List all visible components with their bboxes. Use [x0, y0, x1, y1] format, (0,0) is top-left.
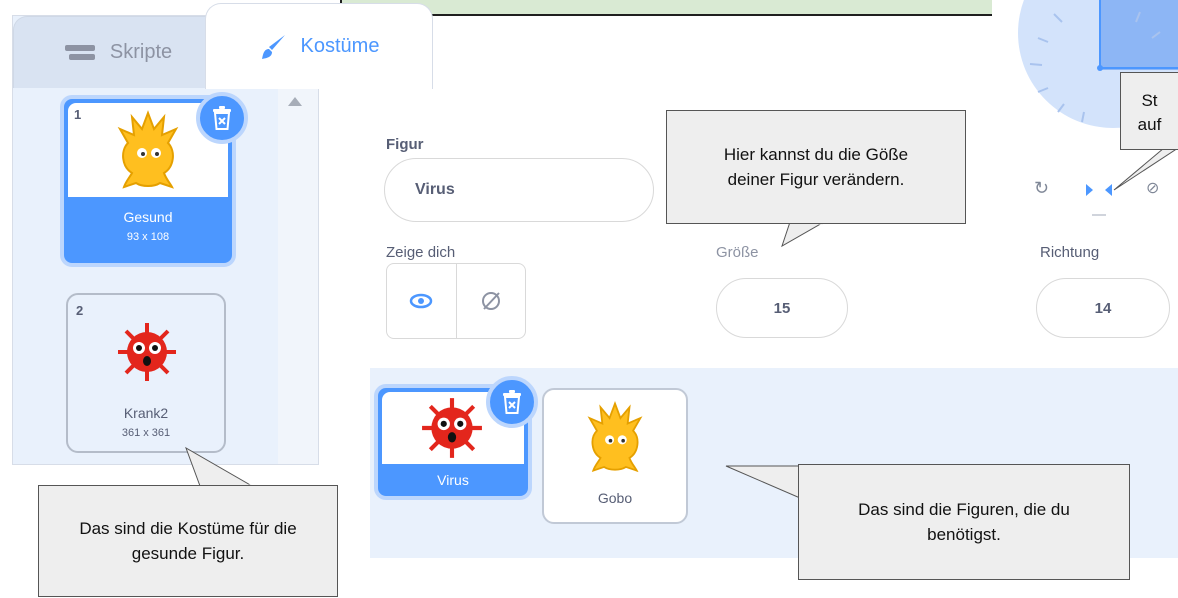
gobo-sprite [587, 401, 643, 473]
costume-item-krank2[interactable]: 2 Krank2 361 x 361 [66, 293, 226, 453]
size-value: 15 [773, 299, 791, 317]
trash-icon [503, 390, 521, 414]
trash-icon [213, 106, 231, 130]
callout-direction-text: St auf [1138, 89, 1162, 137]
show-button[interactable] [387, 264, 457, 338]
paint-brush-icon [261, 34, 285, 59]
callout-size-text: Hier kannst du die Göße deiner Figur ver… [723, 144, 909, 190]
callout-costumes: Das sind die Kostüme für die gesunde Fig… [38, 485, 338, 597]
callout-direction-line2: auf [1137, 114, 1162, 134]
sprite-item-gobo[interactable]: Gobo [542, 388, 688, 524]
costume-name: Gesund [123, 209, 173, 225]
costume-number: 2 [76, 303, 84, 318]
eye-hidden-icon [481, 292, 500, 310]
callout-sprites: Das sind die Figuren, die du benötigst. [798, 464, 1130, 580]
size-label: Größe [716, 244, 759, 261]
callout-direction-tail [1113, 146, 1178, 191]
size-input[interactable]: 15 [716, 278, 848, 338]
tab-kostume[interactable]: Kostüme [205, 3, 433, 89]
sprite-name-value: Virus [415, 181, 455, 198]
code-blocks-icon [64, 44, 95, 60]
scroll-up-arrow-icon[interactable] [288, 97, 302, 106]
gobo-sprite [117, 110, 179, 189]
costume-name: Krank2 [123, 405, 169, 421]
callout-direction-line1: St [1141, 91, 1158, 110]
callout-costumes-tail [185, 446, 254, 488]
costume-number: 1 [74, 107, 82, 122]
rotate-icon[interactable]: ↻ [1034, 178, 1049, 199]
virus-sprite [422, 398, 482, 458]
callout-direction: St auf [1120, 72, 1178, 150]
hide-button[interactable] [457, 264, 526, 338]
callout-size: Hier kannst du die Göße deiner Figur ver… [666, 110, 966, 224]
callout-size-tail [781, 222, 826, 248]
tab-kostume-label: Kostüme [300, 35, 380, 57]
eye-icon [410, 293, 433, 309]
top-note-box [340, 0, 992, 16]
sprite-name-input[interactable]: Virus [384, 158, 654, 222]
sprite-name: Gobo [597, 490, 633, 506]
costume-size: 361 x 361 [121, 427, 171, 439]
costume-scrollbar[interactable] [278, 89, 318, 464]
virus-sprite [118, 323, 176, 381]
delete-sprite-button[interactable] [486, 376, 538, 428]
callout-sprites-text: Das sind die Figuren, die du benötigst. [858, 499, 1070, 545]
direction-input[interactable]: 14 [1036, 278, 1170, 338]
delete-costume-button[interactable] [196, 92, 248, 144]
costume-size: 93 x 108 [126, 231, 170, 243]
divider [1092, 214, 1106, 216]
visibility-toggle [386, 263, 526, 339]
direction-label: Richtung [1040, 244, 1100, 261]
direction-value: 14 [1094, 299, 1112, 317]
sprite-name: Virus [437, 472, 469, 488]
tab-skripte[interactable]: Skripte [13, 16, 223, 88]
figur-label: Figur [386, 136, 424, 153]
tab-skripte-label: Skripte [109, 41, 173, 63]
callout-costumes-text: Das sind die Kostüme für die gesunde Fig… [79, 518, 297, 564]
show-label: Zeige dich [386, 244, 456, 261]
